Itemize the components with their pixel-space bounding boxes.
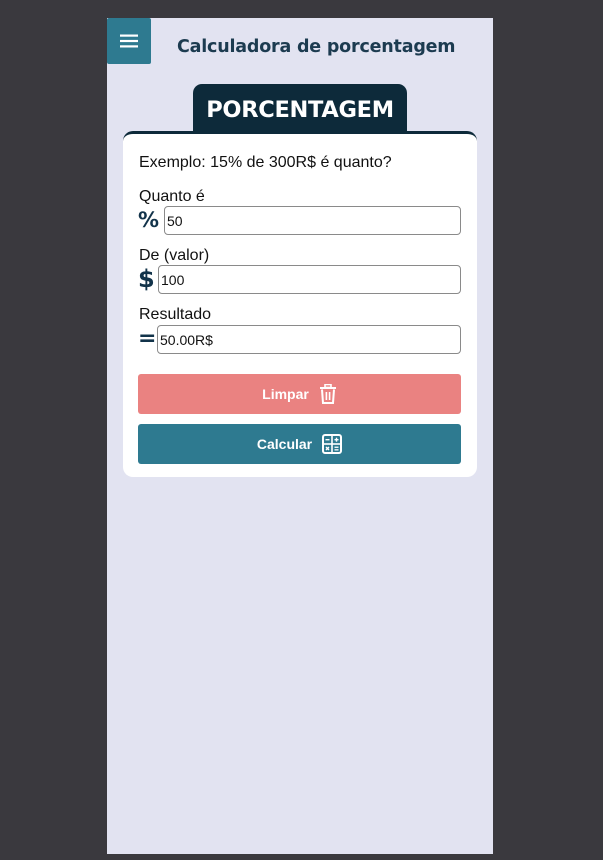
calculate-button[interactable]: Calcular	[138, 424, 461, 464]
equals-symbol: =	[138, 326, 157, 351]
section-tab-title: PORCENTAGEM	[193, 84, 407, 136]
calculator-card: Exemplo: 15% de 300R$ é quanto? Quanto é…	[123, 131, 477, 477]
menu-button[interactable]	[107, 18, 151, 64]
result-label: Resultado	[139, 306, 212, 323]
clear-button-label: Limpar	[262, 386, 309, 402]
app-title: Calculadora de porcentagem	[177, 37, 456, 57]
clear-button[interactable]: Limpar	[138, 374, 461, 414]
dollar-symbol: $	[138, 265, 155, 293]
calculate-button-label: Calcular	[256, 436, 313, 452]
result-output[interactable]	[157, 325, 461, 354]
calculator-icon	[322, 434, 343, 454]
trash-icon	[319, 384, 337, 404]
percent-input[interactable]	[164, 206, 461, 235]
example-text: Exemplo: 15% de 300R$ é quanto?	[139, 154, 392, 171]
base-value-input[interactable]	[158, 265, 461, 294]
hamburger-menu-icon	[119, 33, 139, 49]
app-viewport: Calculadora de porcentagem PORCENTAGEM E…	[107, 18, 493, 854]
percent-label: Quanto é	[139, 188, 205, 205]
base-value-label: De (valor)	[139, 247, 210, 264]
percent-symbol: %	[138, 208, 160, 232]
